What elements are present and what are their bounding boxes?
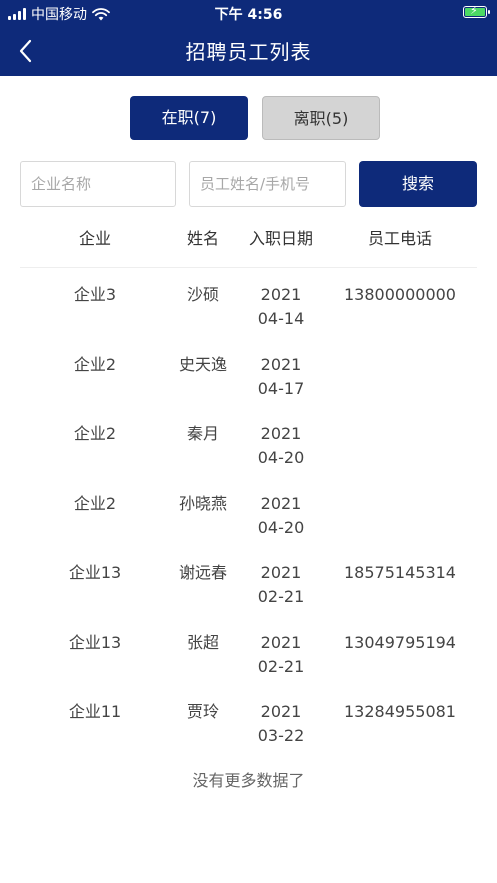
row-date: 2021 04-14 bbox=[242, 283, 320, 331]
row-name: 贾玲 bbox=[186, 702, 219, 721]
page-title: 招聘员工列表 bbox=[185, 40, 312, 64]
row-date-month-day: 04-20 bbox=[257, 448, 305, 467]
search-bar: 搜索 bbox=[0, 161, 497, 209]
row-name: 孙晓燕 bbox=[178, 493, 227, 513]
row-date: 2021 04-20 bbox=[242, 492, 320, 540]
row-date-month-day: 03-22 bbox=[257, 726, 305, 745]
header-phone: 员工电话 bbox=[367, 229, 432, 248]
header-join-date: 入职日期 bbox=[248, 229, 313, 248]
header-company: 企业 bbox=[78, 229, 111, 248]
row-date-year: 2021 bbox=[260, 493, 302, 513]
row-date: 2021 02-21 bbox=[242, 561, 320, 609]
row-date-year: 2021 bbox=[260, 702, 302, 721]
row-date-month-day: 04-17 bbox=[257, 378, 305, 398]
row-company: 企业2 bbox=[73, 493, 117, 513]
company-name-input[interactable] bbox=[20, 161, 176, 207]
row-company: 企业3 bbox=[73, 285, 117, 304]
row-name: 沙硕 bbox=[186, 285, 219, 304]
tab-resigned[interactable]: 离职(5) bbox=[262, 96, 380, 140]
row-date: 2021 04-20 bbox=[242, 422, 320, 470]
row-date: 2021 04-17 bbox=[242, 353, 320, 401]
tab-employed[interactable]: 在职(7) bbox=[130, 96, 248, 140]
row-phone: 13800000000 bbox=[344, 285, 456, 304]
row-phone: 13284955081 bbox=[344, 702, 456, 721]
row-company: 企业2 bbox=[73, 424, 117, 443]
search-button[interactable]: 搜索 bbox=[359, 161, 477, 207]
row-date-month-day: 04-14 bbox=[257, 309, 305, 328]
row-date-month-day: 04-20 bbox=[257, 517, 305, 537]
row-date-month-day: 02-21 bbox=[257, 656, 305, 676]
table-row[interactable]: 企业2 秦月 2021 04-20 bbox=[20, 422, 477, 492]
row-name: 史天逸 bbox=[178, 354, 227, 374]
status-bar: 中国移动 下午 4:56 ⚡ bbox=[0, 0, 497, 26]
table-row[interactable]: 企业13 张超 2021 02-21 13049795194 bbox=[20, 631, 477, 701]
row-name: 秦月 bbox=[186, 424, 219, 443]
battery-charging-icon: ⚡ bbox=[463, 4, 490, 18]
table-row[interactable]: 企业13 谢远春 2021 02-21 18575145314 bbox=[20, 561, 477, 631]
table-header: 企业 姓名 入职日期 员工电话 bbox=[20, 224, 477, 268]
status-time: 下午 4:56 bbox=[214, 7, 283, 23]
table-row[interactable]: 企业3 沙硕 2021 04-14 13800000000 bbox=[20, 283, 477, 353]
row-date-year: 2021 bbox=[260, 632, 302, 652]
row-date-month-day: 02-21 bbox=[257, 587, 305, 606]
row-date: 2021 02-21 bbox=[242, 631, 320, 679]
row-company: 企业2 bbox=[73, 354, 117, 374]
no-more-data-label: 没有更多数据了 bbox=[192, 771, 305, 790]
table-row[interactable]: 企业2 史天逸 2021 04-17 bbox=[20, 353, 477, 423]
employee-list: 企业3 沙硕 2021 04-14 13800000000 企业2 史天逸 20… bbox=[20, 283, 477, 770]
app-header: 中国移动 下午 4:56 ⚡ 招聘员工列表 bbox=[0, 0, 497, 76]
row-date-year: 2021 bbox=[260, 563, 302, 582]
row-company: 企业11 bbox=[68, 702, 122, 721]
row-name: 张超 bbox=[186, 632, 219, 652]
row-date: 2021 03-22 bbox=[242, 700, 320, 748]
header-name: 姓名 bbox=[186, 229, 219, 248]
table-row[interactable]: 企业11 贾玲 2021 03-22 13284955081 bbox=[20, 700, 477, 770]
row-company: 企业13 bbox=[68, 632, 122, 652]
staff-name-phone-input[interactable] bbox=[189, 161, 346, 207]
row-date-year: 2021 bbox=[260, 424, 302, 443]
row-phone: 13049795194 bbox=[344, 632, 456, 652]
table-row[interactable]: 企业2 孙晓燕 2021 04-20 bbox=[20, 492, 477, 562]
row-date-year: 2021 bbox=[260, 285, 302, 304]
row-date-year: 2021 bbox=[260, 354, 302, 374]
row-phone: 18575145314 bbox=[344, 563, 456, 582]
row-company: 企业13 bbox=[68, 563, 122, 582]
row-name: 谢远春 bbox=[178, 563, 227, 582]
status-tabs: 在职(7) 离职(5) bbox=[0, 96, 497, 142]
